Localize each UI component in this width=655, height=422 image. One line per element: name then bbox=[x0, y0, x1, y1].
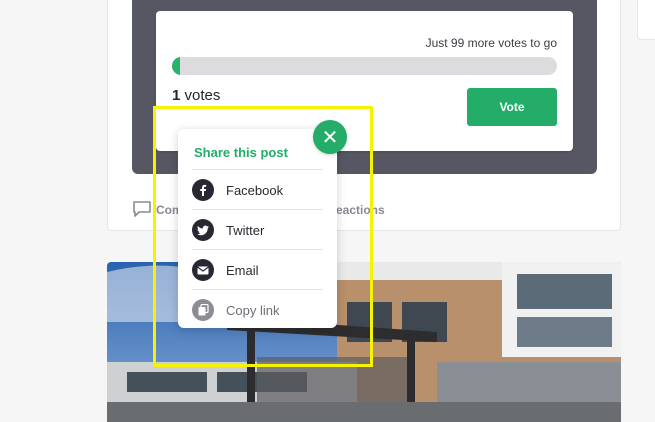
share-email-label: Email bbox=[226, 263, 259, 278]
share-facebook[interactable]: Facebook bbox=[192, 169, 323, 210]
vote-progress-fill bbox=[172, 57, 180, 75]
share-copy-link-label: Copy link bbox=[226, 303, 279, 318]
share-email[interactable]: Email bbox=[192, 249, 323, 290]
share-menu-title: Share this post bbox=[194, 145, 288, 160]
close-icon: ✕ bbox=[322, 125, 339, 149]
votes-count: 1 votes bbox=[172, 87, 220, 104]
comment-icon[interactable] bbox=[132, 200, 152, 218]
share-menu: Share this post Facebook Twitter Email C… bbox=[178, 129, 337, 328]
vote-button[interactable]: Vote bbox=[467, 88, 557, 126]
email-icon bbox=[192, 259, 214, 281]
side-card bbox=[637, 0, 655, 40]
share-facebook-label: Facebook bbox=[226, 183, 283, 198]
copy-link-icon bbox=[192, 299, 214, 321]
votes-remaining-text: Just 99 more votes to go bbox=[426, 36, 557, 50]
share-copy-link[interactable]: Copy link bbox=[192, 289, 323, 330]
share-twitter-label: Twitter bbox=[226, 223, 264, 238]
close-share-button[interactable]: ✕ bbox=[313, 120, 347, 154]
votes-label: votes bbox=[180, 87, 220, 104]
facebook-icon bbox=[192, 179, 214, 201]
reactions-label[interactable]: eactions bbox=[336, 203, 385, 217]
vote-progress-bar bbox=[172, 57, 557, 75]
share-twitter[interactable]: Twitter bbox=[192, 209, 323, 250]
twitter-icon bbox=[192, 219, 214, 241]
